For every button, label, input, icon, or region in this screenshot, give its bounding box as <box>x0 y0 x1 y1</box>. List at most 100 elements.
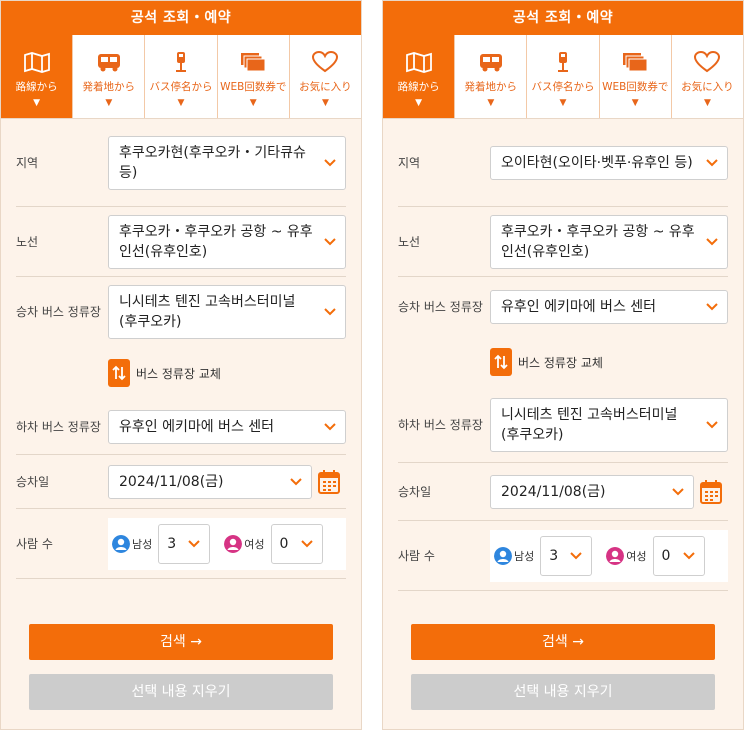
chevron-down-icon <box>706 303 718 311</box>
male-count-select[interactable]: 3 <box>540 535 593 576</box>
route-select[interactable]: 후쿠오카・후쿠오카 공항 ~ 유후인선(유후인호) <box>490 214 728 269</box>
route-value: 후쿠오카・후쿠오카 공항 ~ 유후인선(유후인호) <box>119 223 313 260</box>
page-title: 공석 조회・예약 <box>383 1 743 35</box>
boarding-stop-row: 승차 버스 정류장 니시테츠 텐진 고속버스터미널 (후쿠오카) <box>16 277 346 347</box>
male-count-select[interactable]: 3 <box>158 523 211 564</box>
arrow-right-icon: → <box>190 634 202 650</box>
caret-down-icon: ▼ <box>177 98 185 108</box>
date-select[interactable]: 2024/11/08(금) <box>108 464 312 499</box>
caret-down-icon: ▼ <box>415 98 423 108</box>
tab-favorites[interactable]: お気に入り ▼ <box>288 35 361 118</box>
male-count-value: 3 <box>167 535 177 552</box>
chevron-down-icon <box>706 158 718 166</box>
search-form: 지역 후쿠오카현(후쿠오카・기타큐슈 등) 노선 후쿠오카・후쿠오카 공항 ~ … <box>1 119 361 579</box>
tab-by-route[interactable]: 路線から ▼ <box>383 35 455 118</box>
boarding-stop-label: 승차 버스 정류장 <box>16 305 101 319</box>
caret-down-icon: ▼ <box>105 98 113 108</box>
chevron-down-icon <box>300 539 313 547</box>
tab-favorites[interactable]: お気に入り ▼ <box>670 35 743 118</box>
boarding-stop-select[interactable]: 유후인 에키마에 버스 센터 <box>490 290 728 324</box>
boarding-stop-value: 유후인 에키마에 버스 센터 <box>501 299 657 315</box>
female-count-value: 0 <box>279 535 289 552</box>
arrow-right-icon: → <box>572 634 584 650</box>
caret-down-icon: ▼ <box>33 98 41 108</box>
heart-icon <box>694 51 721 73</box>
tab-by-origin-destination[interactable]: 発着地から ▼ <box>72 35 145 118</box>
bus-stop-icon <box>558 52 568 72</box>
search-panel-left: 공석 조회・예약 路線から ▼ 発着地から ▼ バス停名から ▼ WEB回数券で… <box>0 0 362 730</box>
people-row: 사람 수 남성 3 여성 0 <box>16 509 346 579</box>
region-label: 지역 <box>398 155 421 170</box>
swap-row: 버스 정류장 교체 <box>398 337 728 387</box>
caret-down-icon: ▼ <box>249 98 257 108</box>
alighting-stop-select[interactable]: 유후인 에키마에 버스 센터 <box>108 409 346 444</box>
female-count-select[interactable]: 0 <box>652 535 705 576</box>
date-value: 2024/11/08(금) <box>119 473 224 490</box>
route-row: 노선 후쿠오카・후쿠오카 공항 ~ 유후인선(유후인호) <box>398 207 728 277</box>
caret-down-icon: ▼ <box>321 98 329 108</box>
caret-down-icon: ▼ <box>631 98 639 108</box>
date-row: 승차일 2024/11/08(금) <box>16 455 346 509</box>
region-select[interactable]: 오이타현(오이타·벳푸·유후인 등) <box>490 145 728 180</box>
clear-selection-button[interactable]: 선택 내용 지우기 <box>411 674 715 710</box>
swap-label: 버스 정류장 교체 <box>518 355 603 370</box>
route-select[interactable]: 후쿠오카・후쿠오카 공항 ~ 유후인선(유후인호) <box>108 214 346 269</box>
chevron-down-icon <box>672 487 684 495</box>
bus-icon <box>479 54 502 72</box>
map-icon <box>23 52 50 73</box>
boarding-stop-value: 니시테츠 텐진 고속버스터미널 (후쿠오카) <box>119 294 296 330</box>
alighting-stop-label: 하차 버스 정류장 <box>398 417 483 432</box>
alighting-stop-select[interactable]: 니시테츠 텐진 고속버스터미널 (후쿠오카) <box>490 397 728 452</box>
search-button[interactable]: 검색 → <box>29 624 333 660</box>
tab-label: 路線から <box>397 81 440 93</box>
tab-label: バス停名から <box>531 81 595 93</box>
chevron-down-icon <box>706 237 718 245</box>
tab-by-bus-stop[interactable]: バス停名から ▼ <box>144 35 217 118</box>
chevron-down-icon <box>290 477 302 485</box>
swap-stops-button[interactable] <box>108 359 130 387</box>
female-count-select[interactable]: 0 <box>270 523 323 564</box>
tab-by-web-ticket[interactable]: WEB回数券で ▼ <box>598 35 671 118</box>
alighting-stop-value: 유후인 에키마에 버스 센터 <box>119 418 275 435</box>
male-label: 남성 <box>132 537 153 551</box>
region-select[interactable]: 후쿠오카현(후쿠오카・기타큐슈 등) <box>108 135 346 190</box>
calendar-icon[interactable] <box>318 469 340 495</box>
chevron-down-icon <box>570 551 582 559</box>
swap-row: 버스 정류장 교체 <box>16 347 346 399</box>
alighting-stop-value: 니시테츠 텐진 고속버스터미널 (후쿠오카) <box>501 406 678 443</box>
tab-by-origin-destination[interactable]: 発着地から ▼ <box>454 35 527 118</box>
calendar-icon[interactable] <box>700 479 722 505</box>
boarding-stop-select[interactable]: 니시테츠 텐진 고속버스터미널 (후쿠오카) <box>108 285 346 339</box>
search-button[interactable]: 검색 → <box>411 624 715 660</box>
search-form: 지역 오이타현(오이타·벳푸·유후인 등) 노선 후쿠오카・후쿠오카 공항 ~ … <box>383 119 743 591</box>
search-mode-tabs: 路線から ▼ 発着地から ▼ バス停名から ▼ WEB回数券で ▼ お気に入り … <box>1 35 361 119</box>
search-mode-tabs: 路線から ▼ 発着地から ▼ バス停名から ▼ WEB回数券で ▼ お気に入り … <box>383 35 743 119</box>
people-selector: 남성 3 여성 0 <box>490 529 728 582</box>
date-select[interactable]: 2024/11/08(금) <box>490 474 694 509</box>
date-label: 승차일 <box>16 474 50 489</box>
region-row: 지역 오이타현(오이타·벳푸·유후인 등) <box>398 119 728 207</box>
date-value: 2024/11/08(금) <box>501 483 606 500</box>
tab-by-web-ticket[interactable]: WEB回数券で ▼ <box>216 35 289 118</box>
route-value: 후쿠오카・후쿠오카 공항 ~ 유후인선(유후인호) <box>501 223 695 260</box>
region-value: 오이타현(오이타·벳푸·유후인 등) <box>501 154 693 171</box>
swap-stops-button[interactable] <box>490 348 512 376</box>
tab-label: WEB回数券で <box>602 81 669 93</box>
people-row: 사람 수 남성 3 여성 0 <box>398 521 728 591</box>
chevron-down-icon <box>324 158 336 166</box>
region-value: 후쿠오카현(후쿠오카・기타큐슈 등) <box>119 144 306 181</box>
alighting-stop-row: 하차 버스 정류장 니시테츠 텐진 고속버스터미널 (후쿠오카) <box>398 387 728 463</box>
male-label: 남성 <box>514 549 535 563</box>
tab-label: 路線から <box>15 81 58 93</box>
clear-selection-button[interactable]: 선택 내용 지우기 <box>29 674 333 710</box>
alighting-stop-label: 하차 버스 정류장 <box>16 419 101 434</box>
tab-by-bus-stop[interactable]: バス停名から ▼ <box>526 35 599 118</box>
region-label: 지역 <box>16 155 39 170</box>
male-count-value: 3 <box>549 547 559 564</box>
map-icon <box>405 52 432 73</box>
tab-label: お気に入り <box>681 81 734 93</box>
tab-by-route[interactable]: 路線から ▼ <box>1 35 73 118</box>
people-selector: 남성 3 여성 0 <box>108 517 346 570</box>
search-button-label: 검색 <box>160 634 186 650</box>
male-person-icon <box>494 546 512 565</box>
